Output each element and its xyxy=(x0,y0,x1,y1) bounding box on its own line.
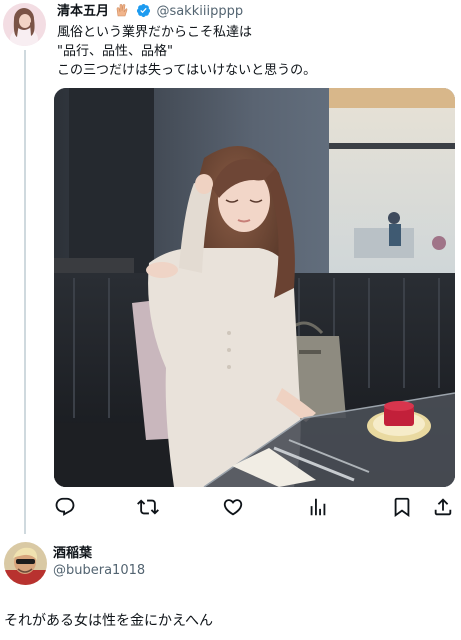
tweet-header: 清本五月 @sakkiiipppp xyxy=(57,3,243,23)
bookmark-icon[interactable] xyxy=(391,496,413,518)
reply-author-handle[interactable]: @bubera1018 xyxy=(53,562,145,579)
tweet-text-line: "品行、品性、品格" xyxy=(57,44,173,59)
thread-line xyxy=(24,50,26,534)
views-icon[interactable] xyxy=(307,496,329,518)
tweet-text-line: この三つだけは失ってはいけないと思うの。 xyxy=(57,63,317,78)
author-avatar[interactable] xyxy=(3,3,46,46)
tweet-text-line: 風俗という業界だからこそ私達は xyxy=(57,25,253,40)
retweet-icon[interactable] xyxy=(137,496,159,518)
like-icon[interactable] xyxy=(222,496,244,518)
share-icon[interactable] xyxy=(432,496,454,518)
reply-text: それがある女は性を金にかえへん xyxy=(4,613,214,629)
tweet-actions xyxy=(54,496,456,518)
tweet-photo[interactable] xyxy=(54,88,455,487)
verified-badge-icon xyxy=(136,3,151,23)
tweet-text: 風俗という業界だからこそ私達は "品行、品性、品格" この三つだけは失ってはいけ… xyxy=(57,23,452,80)
reply-header: 酒稲葉 @bubera1018 xyxy=(53,545,145,579)
author-name[interactable]: 清本五月 xyxy=(57,4,109,19)
hands-icon xyxy=(115,3,129,22)
reply-author-avatar[interactable] xyxy=(4,542,47,585)
author-handle[interactable]: @sakkiiipppp xyxy=(156,4,243,19)
reply-icon[interactable] xyxy=(54,496,76,518)
reply-author-name[interactable]: 酒稲葉 xyxy=(53,545,145,562)
